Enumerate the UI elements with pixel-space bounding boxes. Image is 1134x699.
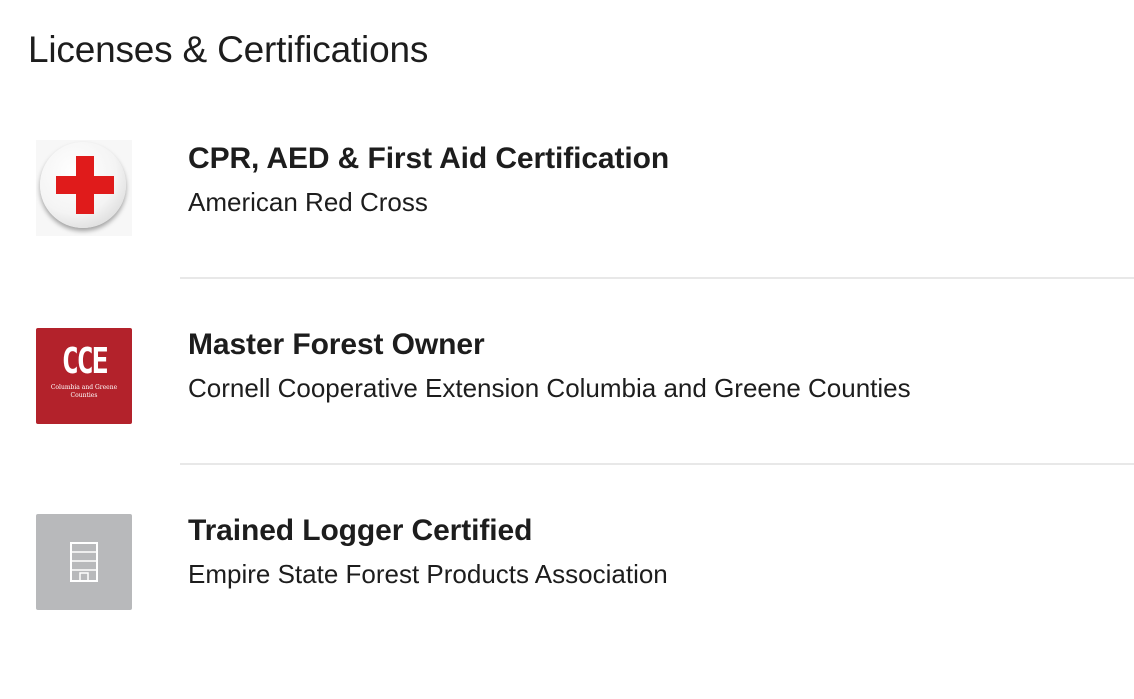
certification-name[interactable]: Master Forest Owner	[188, 327, 911, 363]
certification-item[interactable]: CCE Columbia and Greene Counties Master …	[0, 327, 1134, 513]
cce-logo[interactable]: CCE Columbia and Greene Counties	[36, 328, 132, 424]
certification-item[interactable]: Trained Logger Certified Empire State Fo…	[0, 513, 1134, 699]
section-title: Licenses & Certifications	[28, 29, 429, 70]
certification-issuer[interactable]: American Red Cross	[188, 185, 669, 219]
certification-name[interactable]: CPR, AED & First Aid Certification	[188, 141, 669, 177]
divider	[180, 463, 1134, 465]
red-cross-badge	[40, 142, 126, 228]
building-icon	[70, 542, 98, 582]
certification-name[interactable]: Trained Logger Certified	[188, 513, 668, 549]
certification-issuer[interactable]: Cornell Cooperative Extension Columbia a…	[188, 371, 911, 405]
certification-item[interactable]: CPR, AED & First Aid Certification Ameri…	[0, 140, 1134, 326]
divider	[180, 277, 1134, 279]
cce-logo-text: CCE	[61, 341, 109, 382]
certification-issuer[interactable]: Empire State Forest Products Association	[188, 557, 668, 591]
cce-logo-subtext: Columbia and Greene Counties	[50, 384, 118, 399]
company-logo-placeholder[interactable]	[36, 514, 132, 610]
red-cross-icon[interactable]	[36, 140, 132, 236]
